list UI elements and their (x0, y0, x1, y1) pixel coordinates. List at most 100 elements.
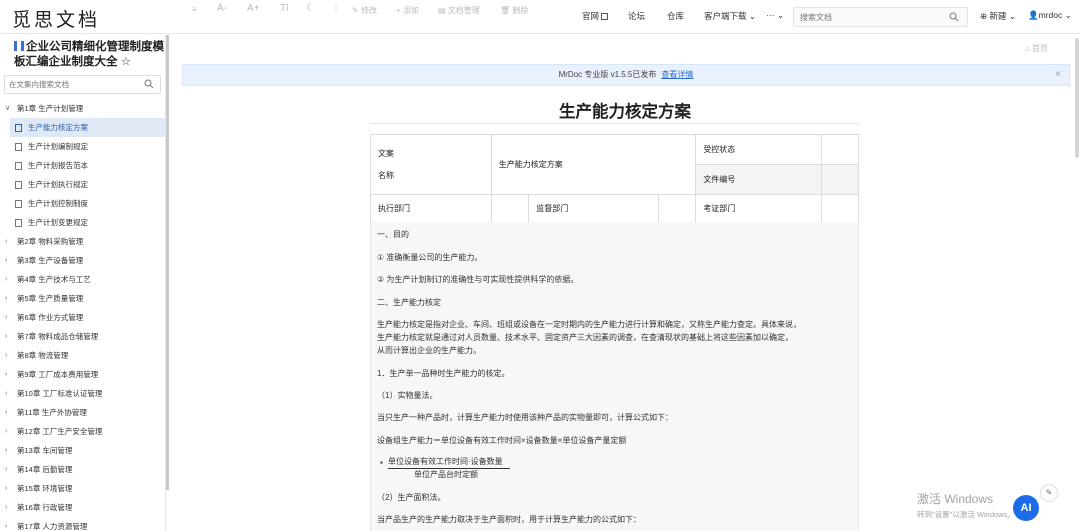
toc-chapter-item[interactable]: › 第2章 物料采购管理 (0, 232, 166, 251)
chevron-right-icon: › (5, 314, 8, 321)
chevron-right-icon: › (5, 428, 8, 435)
home-button[interactable]: ⌂ 首页 (1025, 43, 1048, 54)
font-style-button[interactable]: Tl (280, 3, 288, 14)
toc-item-label: 生产计划执行规定 (28, 180, 88, 189)
nav-more[interactable]: ··· ⌄ (766, 10, 784, 21)
section-heading: 二、生产能力核定 (377, 298, 441, 307)
add-button[interactable]: + 添加 (396, 5, 419, 16)
chevron-down-icon: ⌄ (776, 10, 784, 20)
paragraph: （2）生产面积法。 (377, 493, 446, 502)
chevron-down-icon: ⌄ (1064, 10, 1072, 20)
toc-chapter-item[interactable]: › 第3章 生产设备管理 (0, 251, 166, 270)
toc-chapter-item[interactable]: › 第12章 工厂生产安全管理 (0, 422, 166, 441)
document-icon (15, 200, 22, 208)
nav-official-label: 官网 (582, 11, 600, 21)
chevron-right-icon: › (5, 466, 8, 473)
edit-button-label: 修改 (360, 6, 377, 15)
new-button[interactable]: ⊕ 新建 ⌄ (980, 10, 1016, 22)
collection-title-text: 企业公司精细化管理制度模板汇编企业制度大全 ☆ (14, 41, 164, 68)
banner-text: MrDoc 专业版 v1.5.5已发布 (558, 70, 657, 79)
chevron-right-icon: › (5, 333, 8, 340)
edit-button[interactable]: ✎ 修改 (352, 5, 377, 16)
toc-chapter-item[interactable]: › 第10章 工厂标准认证管理 (0, 384, 166, 403)
plus-icon: + (396, 6, 401, 15)
night-mode-button[interactable]: ☾ (306, 3, 315, 14)
search-icon[interactable] (144, 79, 154, 89)
banner-link[interactable]: 查看详情 (661, 70, 693, 79)
nav-client-download[interactable]: 客户端下载 ⌄ (704, 10, 756, 22)
toc-chapter-item[interactable]: › 第13章 车间管理 (0, 441, 166, 460)
doc-name-label: 文案 名称 (370, 134, 492, 195)
collection-search-input[interactable] (5, 76, 135, 93)
app-logo[interactable]: 觅思文档 (12, 5, 100, 32)
toc-item-label: 第10章 工厂标准认证管理 (17, 389, 103, 398)
toc-chapter-item[interactable]: › 第8章 物流管理 (0, 346, 166, 365)
manage-button[interactable]: ▤ 文档管理 (438, 5, 480, 16)
sidebar-scrollbar[interactable] (166, 35, 169, 490)
toc-item-label: 生产计划编制规定 (28, 142, 88, 151)
toc-item-label: 第1章 生产计划管理 (17, 104, 84, 113)
top-bar: 觅思文档 官网 论坛 仓库 客户端下载 ⌄ ··· ⌄ ⊕ 新建 ⌄ 👤mrdo… (0, 0, 1080, 34)
book-icon (14, 41, 24, 51)
toc-doc-item[interactable]: 生产计划执行规定 (0, 175, 166, 194)
toc-doc-item[interactable]: 生产计划控制制度 (0, 194, 166, 213)
toc-chapter-item[interactable]: › 第4章 生产技术与工艺 (0, 270, 166, 289)
nav-official[interactable]: 官网 (582, 10, 609, 22)
watermark-line-2: 转到"设置"以激活 Windows。 (917, 510, 1015, 519)
toc-doc-item[interactable]: 生产计划变更规定 (0, 213, 166, 232)
toc-toggle-button[interactable]: ≡ (192, 5, 197, 14)
toc-chapter-item[interactable]: › 第15章 环境管理 (0, 479, 166, 498)
toc-item-label: 第11章 生产外协管理 (17, 408, 87, 417)
fraction-denominator: 单位产品台时定额 (414, 470, 478, 479)
font-larger-button[interactable]: A+ (247, 3, 260, 14)
divider (370, 123, 860, 124)
toc-item-label: 第8章 物流管理 (17, 351, 69, 360)
toc-item-label: 第5章 生产质量管理 (17, 294, 84, 303)
document-icon (15, 219, 22, 227)
toc-chapter-item[interactable]: › 第5章 生产质量管理 (0, 289, 166, 308)
user-name: mrdoc (1038, 10, 1063, 20)
font-smaller-button[interactable]: A- (217, 3, 227, 14)
paragraph: 1．生产单一品种时生产能力的核定。 (377, 369, 510, 378)
toc-chapter-item[interactable]: › 第7章 物料成品仓储管理 (0, 327, 166, 346)
delete-button[interactable]: 🗑 删除 (500, 5, 528, 16)
close-icon[interactable]: × (1055, 65, 1061, 85)
more-options-button[interactable]: ⋮ (331, 3, 341, 14)
toc-item-label: 第9章 工厂成本费用管理 (17, 370, 99, 379)
document-icon (15, 143, 22, 151)
user-menu[interactable]: 👤mrdoc ⌄ (1028, 10, 1072, 21)
toc-item-label: 生产计划报告范本 (28, 161, 88, 170)
toc-chapter-item[interactable]: › 第11章 生产外协管理 (0, 403, 166, 422)
formula: 设备组生产能力＝单位设备有效工作时间×设备数量×单位设备产量定额 (377, 436, 627, 445)
plus-circle-icon: ⊕ (980, 11, 988, 21)
toc-item-label: 第6章 作业方式管理 (17, 313, 84, 322)
toc-chapter-item[interactable]: › 第16章 行政管理 (0, 498, 166, 517)
toc-item-label: 第12章 工厂生产安全管理 (17, 427, 103, 436)
search-icon[interactable] (949, 12, 959, 22)
doc-title: 生产能力核定方案 (559, 103, 691, 121)
toc-doc-item[interactable]: 生产计划编制规定 (0, 137, 166, 156)
exec-dept-value (490, 194, 530, 223)
nav-forum[interactable]: 论坛 (628, 10, 645, 22)
delete-button-label: 删除 (512, 6, 529, 15)
toc-chapter-item[interactable]: › 第17章 人力资源管理 (0, 517, 166, 531)
pen-icon[interactable]: ✎ (1040, 484, 1058, 502)
review-dept-label: 考证部门 (695, 194, 823, 223)
toc-item-label: 第2章 物料采购管理 (17, 237, 84, 246)
toc-chapter-item[interactable]: › 第14章 后勤管理 (0, 460, 166, 479)
toc-chapter-item[interactable]: › 第9章 工厂成本费用管理 (0, 365, 166, 384)
bullet-icon: ▪ (380, 458, 383, 467)
nav-repo[interactable]: 仓库 (667, 10, 684, 22)
collection-title[interactable]: 企业公司精细化管理制度模板汇编企业制度大全 ☆ (14, 40, 164, 70)
main-scrollbar[interactable] (1075, 38, 1079, 158)
toc-chapter-item[interactable]: ∨ 第1章 生产计划管理 (0, 99, 166, 118)
global-search-input[interactable] (794, 8, 944, 26)
toc-doc-item[interactable]: 生产计划报告范本 (0, 156, 166, 175)
toc-item-label: 第4章 生产技术与工艺 (17, 275, 91, 284)
toc-doc-item[interactable]: 生产能力核定方案 (10, 118, 165, 137)
paragraph: 生产能力核定是指对企业、车间、班组或设备在一定时期内的生产能力进行计算和确定，又… (377, 320, 801, 329)
paragraph: 从而计算出企业的生产能力。 (377, 346, 481, 355)
ai-assistant-button[interactable]: AI (1013, 495, 1039, 521)
chevron-right-icon: › (5, 257, 8, 264)
toc-chapter-item[interactable]: › 第6章 作业方式管理 (0, 308, 166, 327)
